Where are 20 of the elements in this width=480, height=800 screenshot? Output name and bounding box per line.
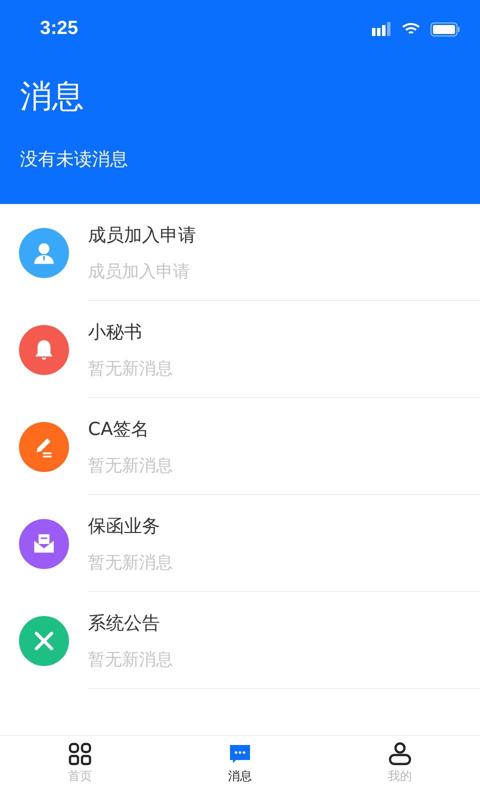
person-icon (388, 742, 412, 766)
unread-status: 没有未读消息 (20, 148, 129, 172)
signal-icon (372, 22, 392, 36)
message-title[interactable]: 小秘书 (88, 320, 480, 346)
status-time: 3:25 (40, 18, 78, 40)
message-title[interactable]: 系统公告 (88, 611, 480, 637)
chat-icon (228, 742, 252, 766)
message-preview: 暂无新消息 (88, 358, 174, 381)
message-preview: 暂无新消息 (88, 649, 174, 672)
wifi-icon (402, 22, 420, 36)
page-title: 消息 (20, 76, 85, 116)
message-preview: 暂无新消息 (88, 552, 174, 575)
message-title[interactable]: CA签名 (88, 417, 480, 443)
message-preview: 暂无新消息 (88, 455, 174, 478)
battery-icon (430, 22, 460, 36)
message-title[interactable]: 保函业务 (88, 514, 480, 540)
message-preview: 成员加入申请 (88, 261, 191, 284)
tab-item[interactable]: 消息 (160, 736, 320, 800)
grid-icon (68, 742, 92, 766)
message-title[interactable]: 成员加入申请 (88, 223, 480, 249)
